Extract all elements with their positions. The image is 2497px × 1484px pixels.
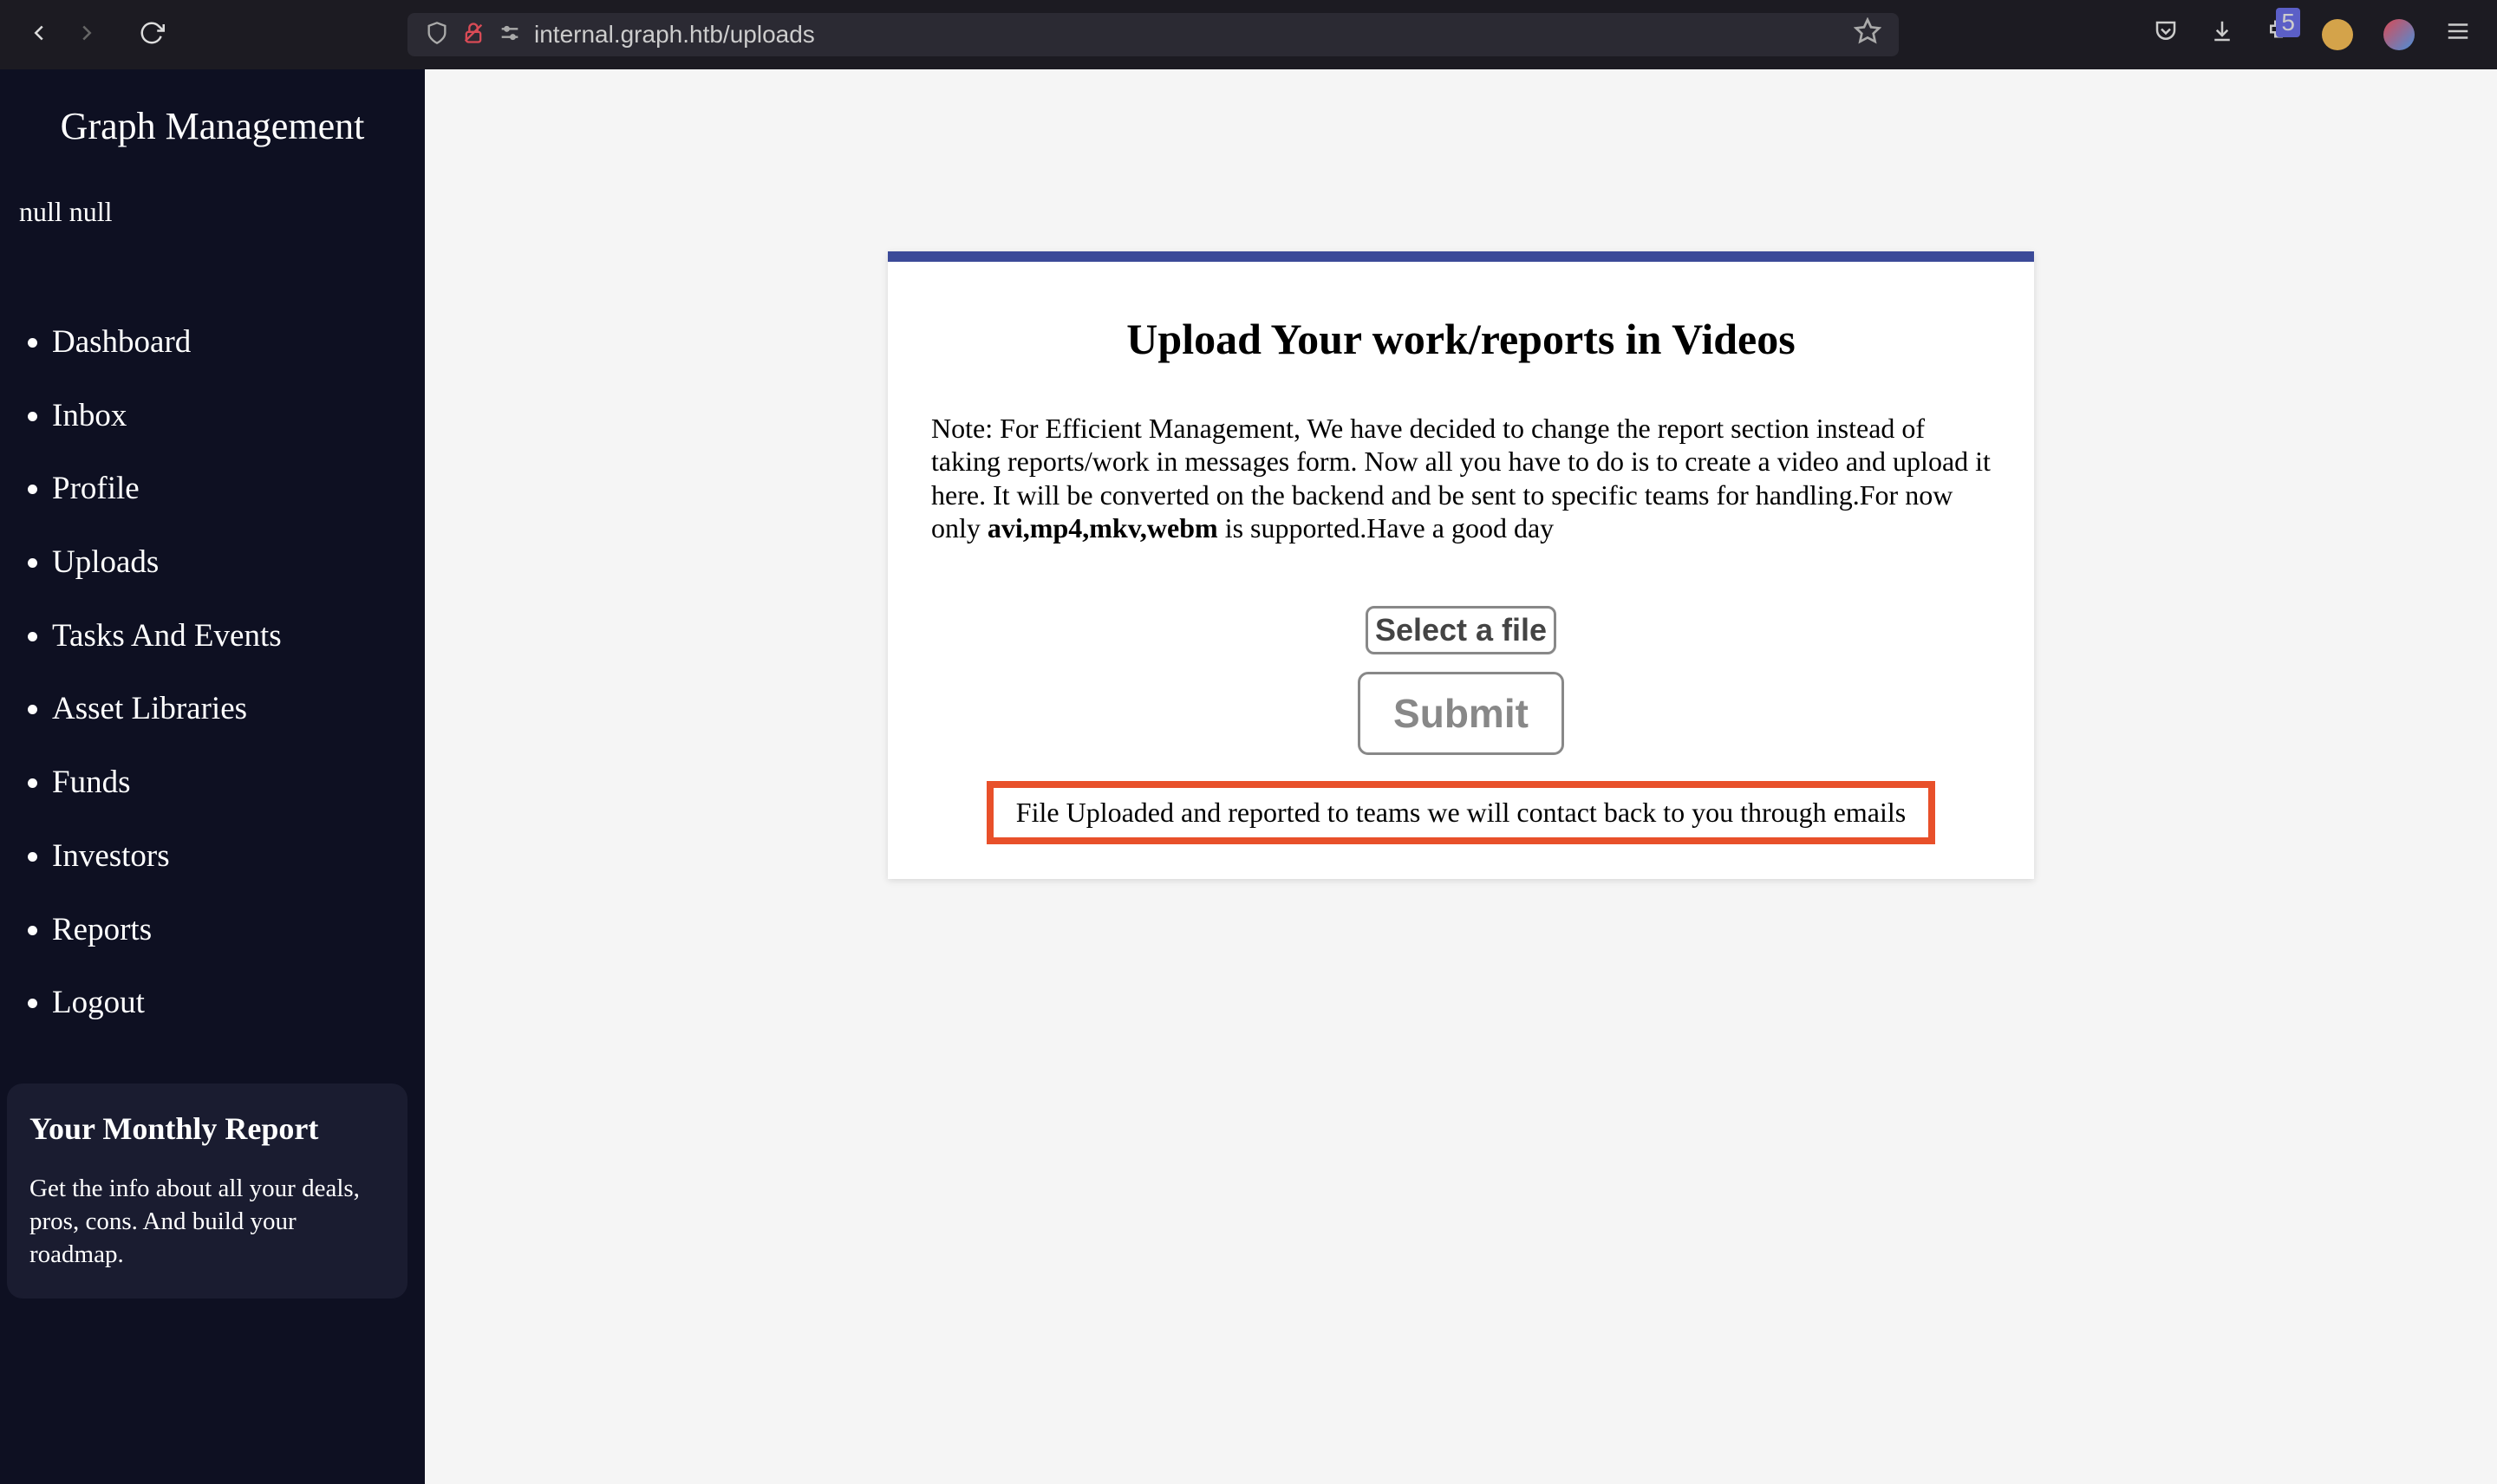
browser-chrome: internal.graph.htb/uploads 5 bbox=[0, 0, 2497, 69]
hamburger-menu-icon[interactable] bbox=[2445, 18, 2471, 51]
sidebar-item-inbox[interactable]: Inbox bbox=[52, 380, 425, 453]
select-file-button[interactable]: Select a file bbox=[1366, 606, 1556, 654]
extension-badge: 5 bbox=[2276, 8, 2300, 37]
supported-formats: avi,mp4,mkv,webm bbox=[988, 512, 1218, 543]
main-content: Upload Your work/reports in Videos Note:… bbox=[425, 69, 2497, 1484]
submit-button[interactable]: Submit bbox=[1358, 672, 1564, 755]
sidebar: Graph Management null null Dashboard Inb… bbox=[0, 69, 425, 1484]
sidebar-item-investors[interactable]: Investors bbox=[52, 820, 425, 894]
bookmark-star-icon[interactable] bbox=[1854, 17, 1881, 52]
url-bar[interactable]: internal.graph.htb/uploads bbox=[407, 13, 1899, 56]
sidebar-item-dashboard[interactable]: Dashboard bbox=[52, 306, 425, 380]
forward-button[interactable] bbox=[74, 20, 100, 50]
pocket-icon[interactable] bbox=[2153, 18, 2179, 51]
sidebar-item-profile[interactable]: Profile bbox=[52, 452, 425, 526]
profile-avatar-icon[interactable] bbox=[2322, 19, 2353, 50]
user-label: null null bbox=[0, 196, 425, 228]
url-text[interactable]: internal.graph.htb/uploads bbox=[534, 21, 1842, 49]
sidebar-item-funds[interactable]: Funds bbox=[52, 746, 425, 820]
sidebar-item-asset-libraries[interactable]: Asset Libraries bbox=[52, 673, 425, 746]
extensions-icon[interactable]: 5 bbox=[2266, 18, 2292, 51]
report-card-title: Your Monthly Report bbox=[29, 1111, 385, 1147]
lock-warning-icon[interactable] bbox=[461, 21, 486, 49]
sidebar-item-reports[interactable]: Reports bbox=[52, 894, 425, 967]
upload-title: Upload Your work/reports in Videos bbox=[931, 314, 1991, 364]
report-card-body: Get the info about all your deals, pros,… bbox=[29, 1173, 385, 1271]
back-button[interactable] bbox=[26, 20, 52, 50]
upload-note: Note: For Efficient Management, We have … bbox=[931, 412, 1991, 545]
shield-icon[interactable] bbox=[425, 21, 449, 49]
sidebar-item-uploads[interactable]: Uploads bbox=[52, 526, 425, 600]
sidebar-item-logout[interactable]: Logout bbox=[52, 967, 425, 1040]
reload-button[interactable] bbox=[139, 20, 165, 50]
permissions-icon[interactable] bbox=[498, 21, 522, 49]
app-title: Graph Management bbox=[0, 104, 425, 148]
upload-status-message: File Uploaded and reported to teams we w… bbox=[987, 781, 1935, 844]
downloads-icon[interactable] bbox=[2209, 18, 2235, 51]
monthly-report-card: Your Monthly Report Get the info about a… bbox=[7, 1084, 407, 1298]
upload-card: Upload Your work/reports in Videos Note:… bbox=[888, 251, 2034, 879]
sidebar-item-tasks-and-events[interactable]: Tasks And Events bbox=[52, 600, 425, 674]
sidebar-nav: Dashboard Inbox Profile Uploads Tasks An… bbox=[0, 306, 425, 1040]
extension-avatar-icon[interactable] bbox=[2383, 19, 2415, 50]
